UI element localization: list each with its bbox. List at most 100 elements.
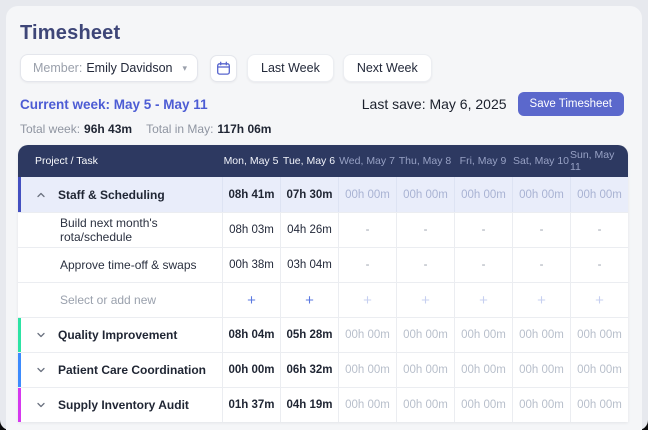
row-label: Build next month's rota/schedule (60, 216, 158, 244)
column-header-day: Tue, May 6 (282, 155, 336, 167)
day-cell[interactable]: - (454, 213, 512, 247)
task-row: Build next month's rota/schedule 08h 03m 0… (18, 212, 628, 247)
add-task-selector[interactable]: Select or add new (18, 283, 222, 317)
day-cell: 00h 00m (512, 177, 570, 212)
row-label: Quality Improvement (58, 328, 178, 342)
day-cell: 05h 28m (280, 318, 338, 352)
day-cell[interactable]: 00h 38m (222, 248, 280, 282)
add-entry-cell[interactable]: + (222, 283, 280, 317)
column-header-day: Wed, May 7 (339, 155, 395, 167)
project-toggle[interactable]: Staff & Scheduling (18, 177, 222, 212)
day-cell[interactable]: - (396, 213, 454, 247)
row-label: Supply Inventory Audit (58, 398, 189, 412)
add-entry-cell[interactable]: + (570, 283, 628, 317)
add-entry-cell[interactable]: + (338, 283, 396, 317)
day-cell: 00h 00m (338, 353, 396, 387)
timesheet-table: Project / Task Mon, May 5 Tue, May 6 Wed, M… (18, 145, 628, 422)
add-entry-cell[interactable]: + (512, 283, 570, 317)
row-label: Patient Care Coordination (58, 363, 207, 377)
current-week-label: Current week: May 5 - May 11 (20, 96, 208, 112)
plus-icon: + (363, 291, 372, 309)
project-row: Supply Inventory Audit 01h 37m 04h 19m 00h … (18, 387, 628, 422)
total-week-label: Total week: (20, 122, 81, 136)
add-entry-cell[interactable]: + (454, 283, 512, 317)
day-cell: 00h 00m (570, 318, 628, 352)
plus-icon: + (479, 291, 488, 309)
day-cell[interactable]: - (512, 213, 570, 247)
row-label: Select or add new (60, 293, 157, 307)
add-row: Select or add new + + + + + + + (18, 282, 628, 317)
day-cell[interactable]: 04h 26m (280, 213, 338, 247)
project-row: Staff & Scheduling 08h 41m 07h 30m 00h 00m 0… (18, 177, 628, 212)
project-toggle[interactable]: Supply Inventory Audit (18, 388, 222, 422)
dropdown-caret-icon: ▾ (182, 62, 187, 73)
chevron-down-icon (30, 400, 52, 410)
timesheet-card: Timesheet Member: Emily Davidson ▾ Last … (6, 6, 642, 430)
day-cell: 00h 00m (396, 388, 454, 422)
table-body: Staff & Scheduling 08h 41m 07h 30m 00h 00m 0… (18, 177, 628, 422)
day-cell[interactable]: - (454, 248, 512, 282)
calendar-button[interactable] (210, 54, 237, 82)
calendar-icon (216, 61, 231, 76)
day-cell: 00h 00m (396, 353, 454, 387)
day-cell: 00h 00m (396, 177, 454, 212)
chevron-down-icon (30, 330, 52, 340)
day-cell: 00h 00m (338, 318, 396, 352)
table-header-row: Project / Task Mon, May 5 Tue, May 6 Wed, M… (18, 145, 628, 177)
day-cell[interactable]: - (570, 213, 628, 247)
day-cell: 00h 00m (454, 318, 512, 352)
member-select-label: Member: (33, 61, 83, 75)
project-toggle[interactable]: Quality Improvement (18, 318, 222, 352)
total-month-value: 117h 06m (217, 122, 272, 136)
day-cell: 00h 00m (454, 388, 512, 422)
save-timesheet-button[interactable]: Save Timesheet (517, 92, 624, 116)
day-cell: 00h 00m (222, 353, 280, 387)
day-cell[interactable]: - (512, 248, 570, 282)
day-cell: 07h 30m (280, 177, 338, 212)
day-cell[interactable]: - (338, 248, 396, 282)
totals-bar: Total week: 96h 43m Total in May: 117h 0… (20, 122, 271, 136)
week-bar: Current week: May 5 - May 11 Last save: … (20, 90, 624, 118)
last-save-label: Last save: May 6, 2025 (361, 96, 507, 112)
day-cell: 00h 00m (512, 353, 570, 387)
day-cell: 00h 00m (454, 353, 512, 387)
day-cell: 00h 00m (338, 177, 396, 212)
add-entry-cell[interactable]: + (396, 283, 454, 317)
day-cell[interactable]: - (338, 213, 396, 247)
task-row: Approve time-off & swaps 00h 38m 03h 04m - -… (18, 247, 628, 282)
add-entry-cell[interactable]: + (280, 283, 338, 317)
chevron-up-icon (30, 190, 52, 200)
day-cell: 00h 00m (396, 318, 454, 352)
project-row: Patient Care Coordination 00h 00m 06h 32m 0… (18, 352, 628, 387)
day-cell: 00h 00m (338, 388, 396, 422)
day-cell: 00h 00m (454, 177, 512, 212)
column-header-day: Sat, May 10 (512, 155, 570, 167)
column-header-day: Fri, May 9 (459, 155, 507, 167)
day-cell: 08h 04m (222, 318, 280, 352)
total-month-label: Total in May: (146, 122, 214, 136)
day-cell: 00h 00m (570, 388, 628, 422)
column-header-day: Sun, May 11 (570, 149, 615, 173)
next-week-button[interactable]: Next Week (342, 54, 432, 82)
plus-icon: + (421, 291, 430, 309)
page-title: Timesheet (20, 22, 121, 44)
column-header-task: Project / Task (35, 155, 98, 167)
day-cell[interactable]: 03h 04m (280, 248, 338, 282)
toolbar: Member: Emily Davidson ▾ Last Week Next … (20, 54, 432, 82)
task-name: Build next month's rota/schedule (18, 213, 222, 247)
day-cell[interactable]: - (396, 248, 454, 282)
member-select-value: Emily Davidson (86, 61, 173, 75)
last-week-button[interactable]: Last Week (247, 54, 334, 82)
plus-icon: + (247, 291, 256, 309)
project-toggle[interactable]: Patient Care Coordination (18, 353, 222, 387)
project-row: Quality Improvement 08h 04m 05h 28m 00h 00m… (18, 317, 628, 352)
column-header-day: Mon, May 5 (223, 155, 279, 167)
plus-icon: + (537, 291, 546, 309)
day-cell: 06h 32m (280, 353, 338, 387)
day-cell[interactable]: - (570, 248, 628, 282)
day-cell[interactable]: 08h 03m (222, 213, 280, 247)
row-label: Approve time-off & swaps (60, 258, 197, 272)
member-select[interactable]: Member: Emily Davidson ▾ (20, 54, 198, 82)
day-cell: 00h 00m (570, 177, 628, 212)
total-week-value: 96h 43m (84, 122, 133, 136)
